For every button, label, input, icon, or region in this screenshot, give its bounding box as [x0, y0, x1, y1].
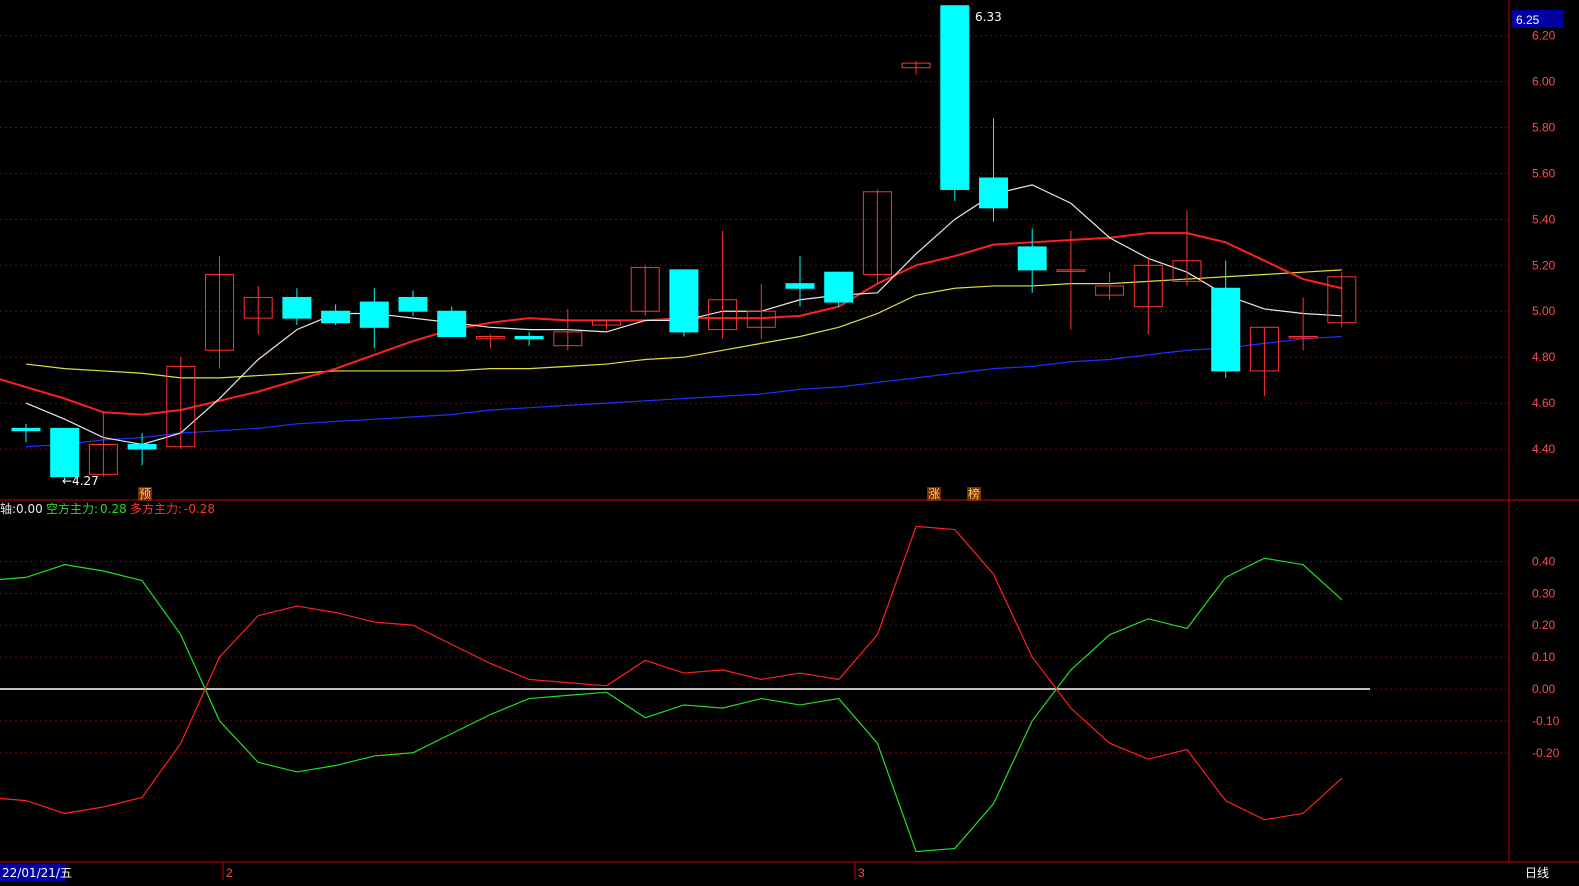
low-price-label: ←4.27 — [62, 474, 99, 488]
candle-body — [321, 310, 351, 324]
candle-body — [11, 427, 41, 432]
candle-body — [50, 427, 80, 478]
price-tick-label: 4.80 — [1532, 350, 1556, 364]
candle-body — [359, 301, 389, 328]
indicator-panel[interactable]: 0.40 0.30 0.20 0.10 0.00 -0.10 -0.20 — [0, 525, 1560, 853]
month-2-label: 2 — [226, 866, 233, 880]
price-tick-label: 5.20 — [1532, 258, 1556, 272]
duo-series-line — [0, 525, 1343, 821]
candle-body — [437, 310, 467, 337]
price-tick-label: 5.80 — [1532, 120, 1556, 134]
period-label[interactable]: 日线 — [1525, 866, 1549, 880]
kong-legend-label: 空方主力: — [46, 501, 98, 516]
kong-legend-value: 0.28 — [100, 502, 127, 516]
indicator-tick-label: 0.40 — [1532, 554, 1556, 568]
price-tick-label: 6.00 — [1532, 75, 1556, 89]
indicator-tick-label: -0.20 — [1532, 746, 1560, 760]
marker-zhang: 涨 — [928, 486, 940, 501]
indicator-tick-label: 0.10 — [1532, 650, 1556, 664]
footer-date: 22/01/21/五 — [2, 866, 72, 880]
marker-yu: 预 — [139, 487, 151, 501]
price-tick-label: 4.40 — [1532, 442, 1556, 456]
kong-series-line — [0, 557, 1343, 853]
candle-body — [785, 283, 815, 289]
candle-body — [940, 5, 970, 190]
candle-body — [1017, 246, 1047, 271]
duo-legend-value: -0.28 — [184, 502, 215, 516]
ma-blue-line — [25, 335, 1342, 448]
axis-legend-label: 轴: — [0, 501, 16, 516]
price-tick-label: 6.20 — [1532, 29, 1556, 43]
price-tick-label: 5.40 — [1532, 212, 1556, 226]
month-3-label: 3 — [858, 866, 865, 880]
indicator-tick-label: 0.30 — [1532, 586, 1556, 600]
axis-legend-value: 0.00 — [16, 502, 43, 516]
indicator-tick-label: -0.10 — [1532, 714, 1560, 728]
candle-body — [282, 296, 312, 319]
candle-body — [979, 177, 1008, 209]
price-panel[interactable]: 6.20 6.00 5.80 5.60 5.40 5.20 5.00 4.80 4.60 4.40 — [0, 5, 1556, 479]
candle-body — [127, 443, 157, 450]
price-tick-label: 4.60 — [1532, 396, 1556, 410]
candle-body — [1211, 287, 1241, 372]
candle-body — [824, 271, 854, 303]
candle-body — [398, 296, 428, 312]
high-price-label: 6.33 — [975, 10, 1002, 24]
indicator-legend: 轴: 0.00 空方主力: 0.28 多方主力: -0.28 — [0, 501, 215, 516]
candle-body — [514, 335, 544, 340]
indicator-tick-label: 0.20 — [1532, 618, 1556, 632]
indicator-tick-label: 0.00 — [1532, 682, 1556, 696]
price-tick-label: 5.60 — [1532, 166, 1556, 180]
duo-legend-label: 多方主力: — [130, 501, 182, 516]
marker-bang: 榜 — [968, 486, 980, 501]
price-tick-label: 5.00 — [1532, 304, 1556, 318]
current-price-label: 6.25 — [1516, 13, 1540, 27]
candle-body — [669, 269, 699, 333]
stock-chart[interactable]: 6.20 6.00 5.80 5.60 5.40 5.20 5.00 4.80 4.60 4.40… — [0, 0, 1579, 886]
